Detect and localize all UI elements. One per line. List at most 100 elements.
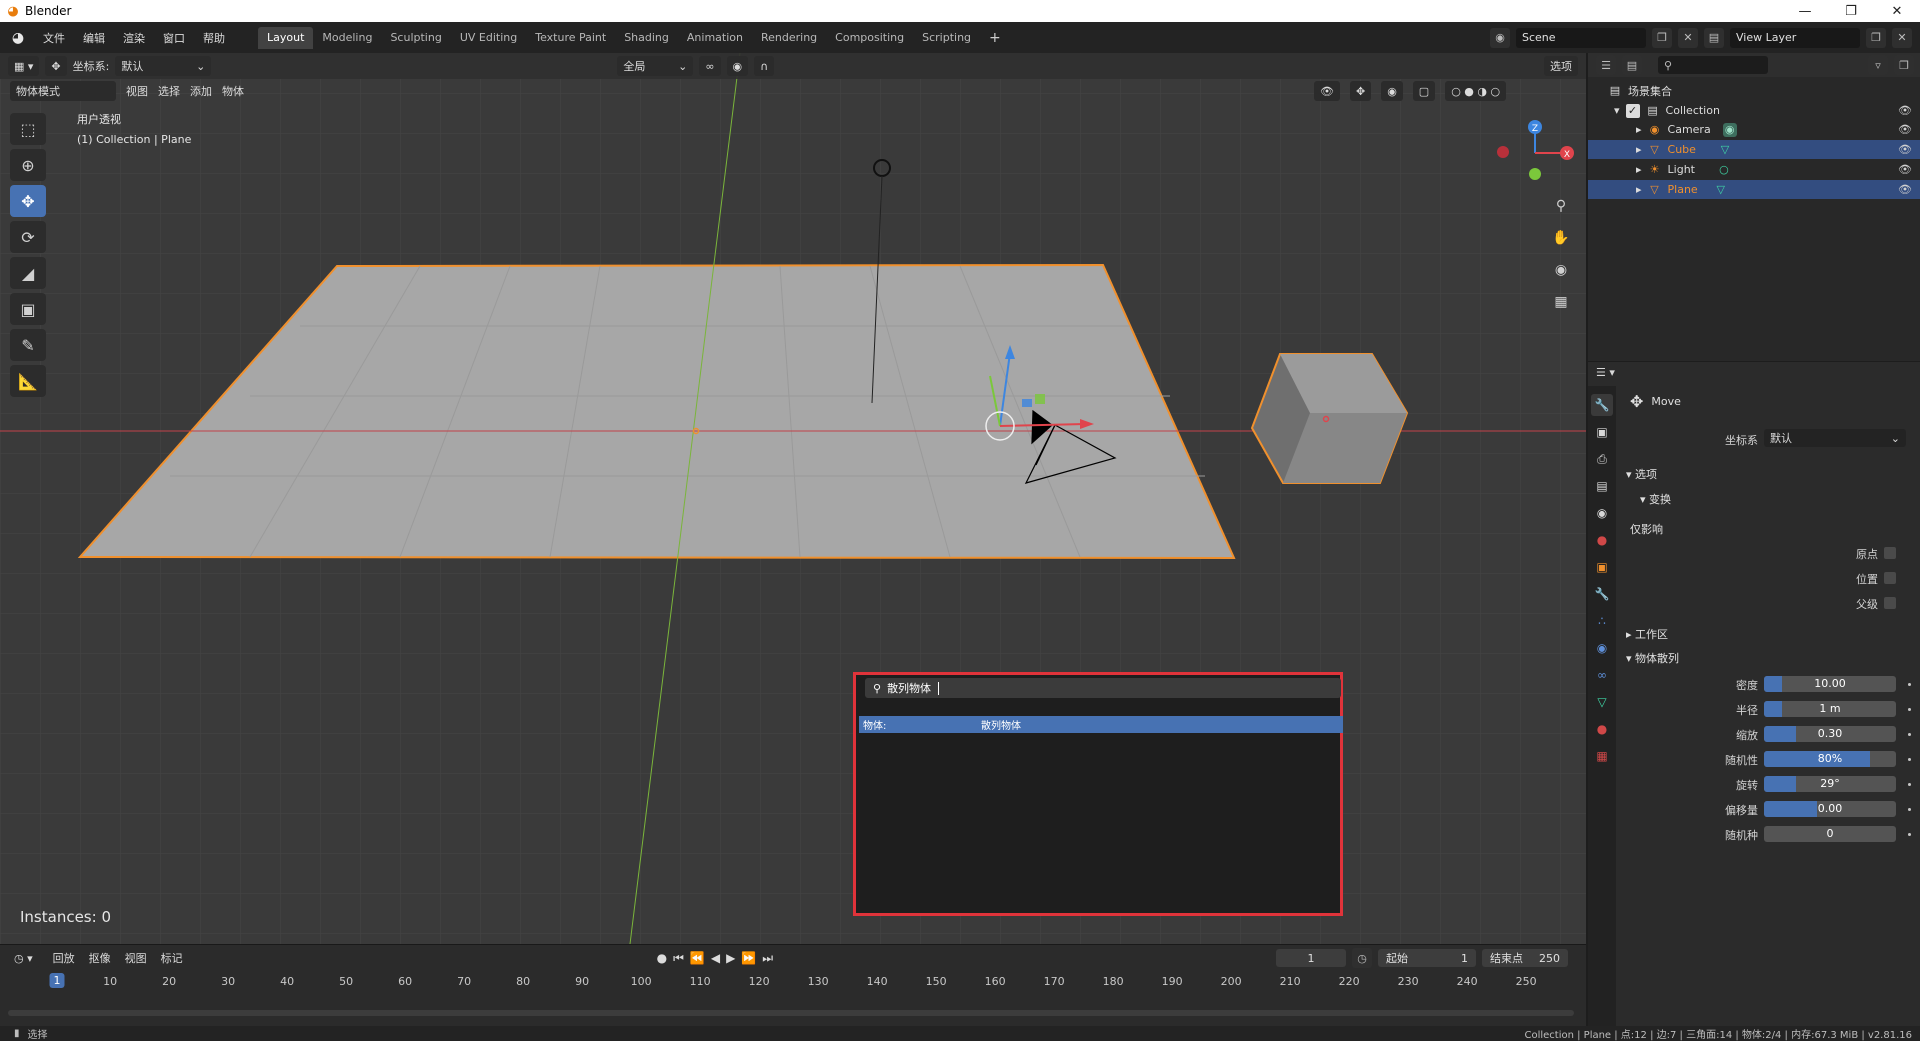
constraints-tab-icon[interactable]: ∞ <box>1591 664 1613 686</box>
menu-window[interactable]: 窗口 <box>154 30 194 46</box>
scatter-field-slider[interactable]: 0 <box>1764 826 1896 842</box>
outliner-item-plane[interactable]: ▸ ▽ Plane ▽ 👁 <box>1588 180 1920 199</box>
select-box-icon[interactable]: ⬚ <box>10 113 46 145</box>
scene-tab-icon[interactable]: ◉ <box>1591 502 1613 524</box>
animate-dot-icon[interactable] <box>1908 783 1911 786</box>
minimize-icon[interactable]: — <box>1782 4 1828 19</box>
scale-tool-icon[interactable]: ◢ <box>10 257 46 289</box>
outliner-collection[interactable]: ▾ ✓ ▤ Collection 👁 <box>1588 101 1920 120</box>
tool-tab-icon[interactable]: 🔧 <box>1591 394 1613 416</box>
scene-field[interactable]: Scene <box>1516 27 1646 48</box>
menu-file[interactable]: 文件 <box>34 30 74 46</box>
visibility-icon[interactable]: 👁 <box>1314 81 1340 101</box>
eye-icon[interactable]: 👁 <box>1898 104 1912 117</box>
pan-hand-icon[interactable]: ✋ <box>1548 225 1574 251</box>
pivot-dropdown[interactable]: 全局 ⌄ <box>617 56 694 76</box>
current-frame-field[interactable]: 1 <box>1276 949 1346 967</box>
falloff-icon[interactable]: ∩ <box>754 56 775 76</box>
menu-object[interactable]: 物体 <box>222 83 244 99</box>
expand-icon[interactable]: ▸ <box>1636 163 1642 176</box>
jump-start-icon[interactable]: ⏮ <box>673 951 684 966</box>
outliner-item-cube[interactable]: ▸ ▽ Cube ▽ 👁 <box>1588 140 1920 159</box>
view-layer-tab-icon[interactable]: ▤ <box>1591 475 1613 497</box>
camera-view-icon[interactable]: ◉ <box>1548 257 1574 283</box>
timeline-scrollbar[interactable] <box>8 1010 1574 1016</box>
zoom-icon[interactable]: ⚲ <box>1548 193 1574 219</box>
scatter-field-slider[interactable]: 29° <box>1764 776 1896 792</box>
viewport-scene[interactable]: Z X <box>0 53 1586 944</box>
tab-sculpting[interactable]: Sculpting <box>381 27 450 49</box>
xray-icon[interactable]: ▢ <box>1412 81 1436 101</box>
section-options[interactable]: ▾ 选项 <box>1626 466 1657 482</box>
menu-marker[interactable]: 标记 <box>161 950 183 966</box>
close-icon[interactable]: ✕ <box>1874 4 1920 19</box>
search-result-item[interactable]: 物体: 散列物体 <box>859 716 1343 733</box>
menu-help[interactable]: 帮助 <box>194 30 234 46</box>
tab-shading[interactable]: Shading <box>615 27 678 49</box>
timeline-editor-type-icon[interactable]: ◷ ▾ <box>8 948 39 968</box>
view-layer-icon[interactable]: ▤ <box>1704 27 1724 48</box>
next-key-icon[interactable]: ⏩ <box>741 951 756 965</box>
cursor-icon[interactable]: ⊕ <box>10 149 46 181</box>
tab-scripting[interactable]: Scripting <box>913 27 980 49</box>
coord-system-dropdown[interactable]: 默认 ⌄ <box>1764 429 1906 447</box>
menu-select[interactable]: 选择 <box>158 83 180 99</box>
measure-tool-icon[interactable]: 📐 <box>10 365 46 397</box>
outliner-item-light[interactable]: ▸ ☀ Light ○ 👁 <box>1588 160 1920 179</box>
eye-icon[interactable]: 👁 <box>1898 183 1912 196</box>
menu-edit[interactable]: 编辑 <box>74 30 114 46</box>
display-mode-icon[interactable]: ▤ <box>1622 55 1642 75</box>
location-checkbox[interactable] <box>1884 572 1896 584</box>
expand-icon[interactable]: ▾ <box>1614 104 1620 117</box>
outliner-scene-collection[interactable]: ▤ 场景集合 <box>1588 81 1920 100</box>
move-tool-icon[interactable]: ✥ <box>10 185 46 217</box>
cube-object[interactable] <box>1250 353 1409 484</box>
menu-playback[interactable]: 回放 <box>53 950 75 966</box>
tab-animation[interactable]: Animation <box>678 27 752 49</box>
coord-dropdown[interactable]: 默认 ⌄ <box>115 56 212 76</box>
origin-checkbox[interactable] <box>1884 547 1896 559</box>
play-reverse-icon[interactable]: ◀ <box>711 951 720 965</box>
render-tab-icon[interactable]: ▣ <box>1591 421 1613 443</box>
gizmo-toggle-icon[interactable]: ✥ <box>1349 81 1372 101</box>
scatter-field-slider[interactable]: 0.30 <box>1764 726 1896 742</box>
proportional-edit-icon[interactable]: ◉ <box>726 56 749 76</box>
world-tab-icon[interactable]: ● <box>1591 529 1613 551</box>
annotate-tool-icon[interactable]: ✎ <box>10 329 46 361</box>
eye-icon[interactable]: 👁 <box>1898 143 1912 156</box>
animate-dot-icon[interactable] <box>1908 733 1911 736</box>
start-frame-field[interactable]: 起始 1 <box>1378 949 1476 967</box>
checkbox-icon[interactable]: ✓ <box>1625 103 1640 118</box>
scatter-field-slider[interactable]: 0.00 <box>1764 801 1896 817</box>
expand-icon[interactable]: ▸ <box>1636 143 1642 156</box>
modifier-tab-icon[interactable]: 🔧 <box>1591 583 1613 605</box>
texture-tab-icon[interactable]: ▦ <box>1591 745 1613 767</box>
options-dropdown[interactable]: 选项 <box>1544 56 1578 76</box>
rotate-tool-icon[interactable]: ⟳ <box>10 221 46 253</box>
scatter-field-slider[interactable]: 10.00 <box>1764 676 1896 692</box>
transform-tool-icon[interactable]: ✥ <box>45 56 67 76</box>
delete-scene-icon[interactable]: ✕ <box>1678 27 1698 48</box>
scene-selector-icon[interactable]: ◉ <box>1490 27 1510 48</box>
transform-tool-icon[interactable]: ▣ <box>10 293 46 325</box>
play-icon[interactable]: ▶ <box>726 951 735 965</box>
expand-icon[interactable]: ▸ <box>1636 123 1642 136</box>
output-tab-icon[interactable]: ⎙ <box>1591 448 1613 470</box>
tab-rendering[interactable]: Rendering <box>752 27 826 49</box>
add-workspace-icon[interactable]: + <box>980 27 1010 49</box>
menu-render[interactable]: 渲染 <box>114 30 154 46</box>
mode-dropdown[interactable]: 物体模式 <box>10 81 116 101</box>
jump-end-icon[interactable]: ⏭ <box>762 951 773 966</box>
parent-checkbox[interactable] <box>1884 597 1896 609</box>
end-frame-field[interactable]: 结束点 250 <box>1482 949 1568 967</box>
outliner-item-camera[interactable]: ▸ ◉ Camera ◉ 👁 <box>1588 120 1920 139</box>
3d-viewport[interactable]: Z X ▦ ▾ ✥ 坐标系: 默认 ⌄ 全局 ⌄ ∞ ◉ ∩ 选项 物体模式 视… <box>0 53 1586 944</box>
tab-layout[interactable]: Layout <box>258 26 314 49</box>
outliner-editor-type-icon[interactable]: ☰ <box>1596 55 1616 75</box>
scatter-field-slider[interactable]: 1 m <box>1764 701 1896 717</box>
eye-icon[interactable]: 👁 <box>1898 163 1912 176</box>
filter-icon[interactable]: ▿ <box>1868 55 1888 75</box>
section-scatter[interactable]: ▾ 物体散列 <box>1626 650 1679 666</box>
physics-tab-icon[interactable]: ◉ <box>1591 637 1613 659</box>
new-scene-icon[interactable]: ❐ <box>1652 27 1672 48</box>
